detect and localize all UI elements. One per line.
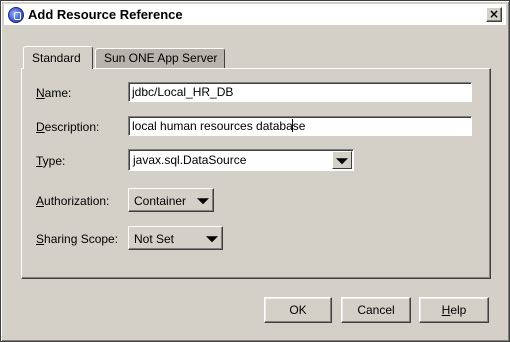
chevron-down-icon (336, 158, 348, 165)
authorization-value: Container (134, 194, 187, 208)
chevron-down-icon (197, 198, 209, 205)
ok-button[interactable]: OK (264, 297, 332, 323)
add-resource-reference-dialog: Add Resource Reference × Sun ONE App Ser… (0, 0, 510, 342)
title-bar[interactable]: Add Resource Reference × (4, 4, 506, 26)
description-field[interactable]: local human resources database (128, 116, 472, 136)
sharing-scope-value: Not Set (134, 232, 175, 246)
type-dropdown-button[interactable] (332, 151, 352, 169)
cancel-button[interactable]: Cancel (341, 297, 411, 323)
app-globe-icon (8, 7, 24, 23)
sharing-scope-dropdown[interactable]: Not Set (128, 226, 223, 250)
dialog-title: Add Resource Reference (28, 7, 183, 22)
authorization-label: Authorization: (36, 194, 110, 208)
tab-sun-one-app-server[interactable]: Sun ONE App Server (95, 48, 225, 68)
type-combobox[interactable]: javax.sql.DataSource (128, 149, 354, 171)
name-field[interactable]: jdbc/Local_HR_DB (128, 82, 472, 102)
tab-standard[interactable]: Standard (23, 46, 93, 69)
description-label: Description: (36, 120, 100, 134)
authorization-dropdown[interactable]: Container (128, 188, 214, 212)
help-button[interactable]: Help (419, 297, 489, 323)
type-value: javax.sql.DataSource (133, 153, 247, 167)
close-button[interactable]: × (486, 7, 502, 22)
type-label: Type: (36, 154, 66, 168)
sharing-scope-label: Sharing Scope: (36, 232, 119, 246)
chevron-down-icon (206, 236, 218, 243)
name-label: Name: (36, 86, 72, 100)
